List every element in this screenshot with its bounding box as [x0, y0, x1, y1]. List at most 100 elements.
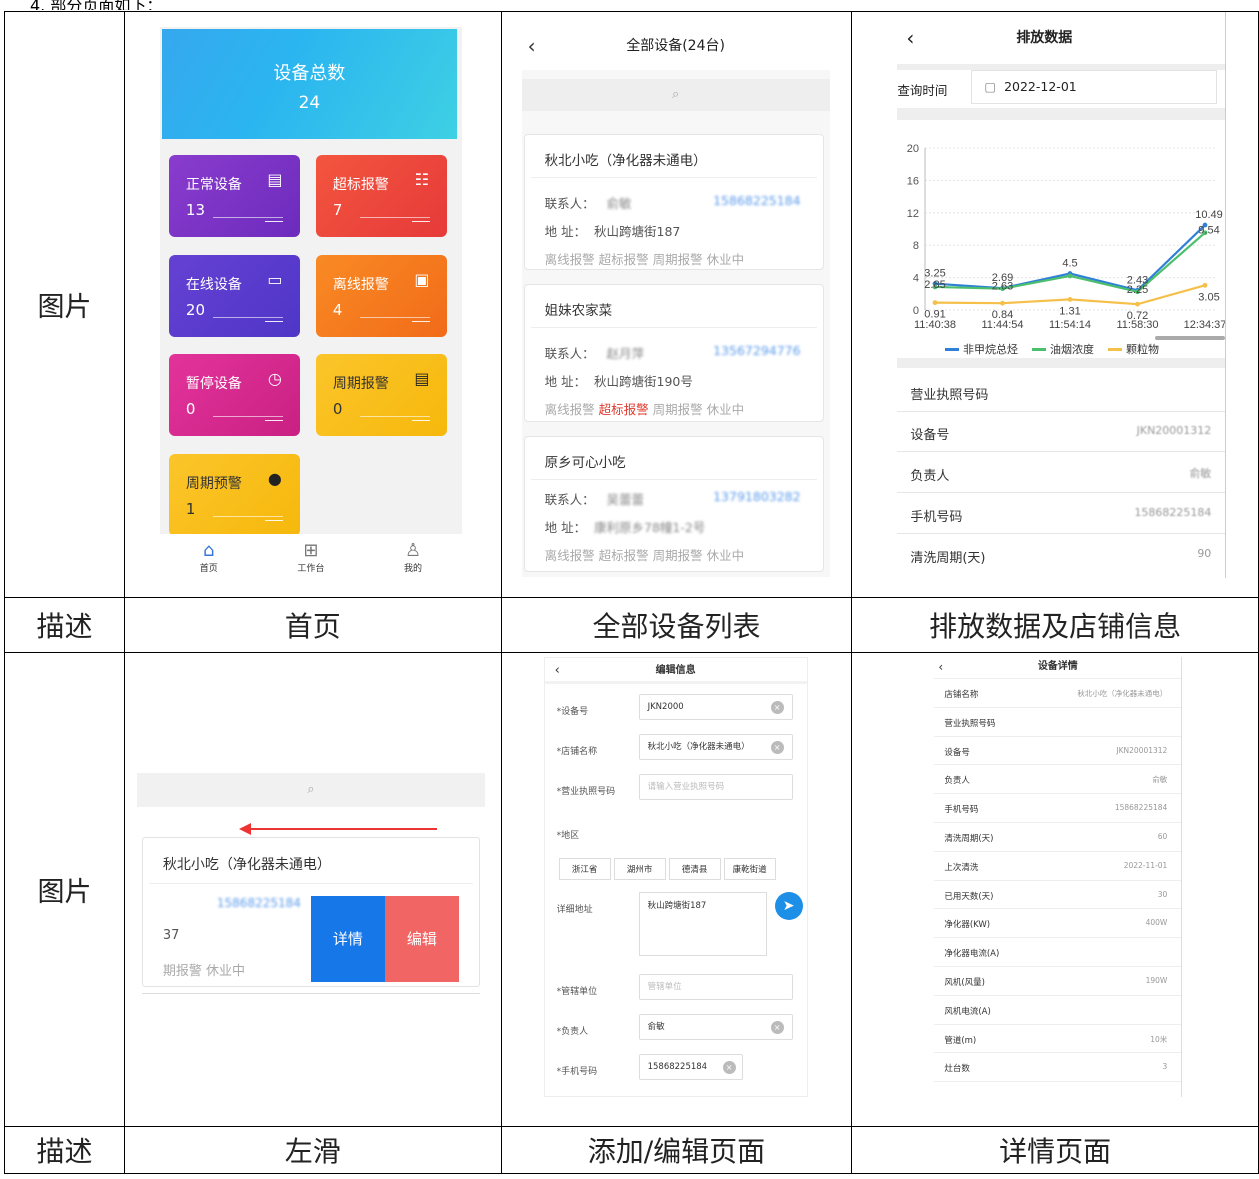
tile-periodic-warning[interactable]: 周期预警 1 ●: [168, 454, 300, 536]
calendar-icon: ▢: [984, 79, 997, 94]
search-input[interactable]: ⌕: [521, 79, 830, 111]
tab-workbench[interactable]: ⊞ 工作台: [297, 540, 324, 574]
back-arrow-icon[interactable]: ‹: [906, 13, 914, 65]
region-province[interactable]: 浙江省: [558, 858, 611, 880]
region-county[interactable]: 德清县: [668, 858, 721, 880]
info-key: 营业执照号码: [910, 388, 989, 403]
detail-row: 风机(风量) 190W: [934, 967, 1182, 996]
contact-phone[interactable]: 15868225184: [713, 193, 800, 208]
tag-periodic: 周期报警: [652, 252, 703, 267]
emission-screen: ‹ 排放数据 查询时间 ▢ 2022-12-01 0 4 8 12 16 20 11:40:…: [862, 12, 1227, 578]
clear-icon[interactable]: ×: [770, 1021, 784, 1034]
tile-online-devices[interactable]: 在线设备 20 ▭: [168, 255, 300, 337]
contact-phone[interactable]: 13567294776: [713, 343, 800, 358]
tile-label: 在线设备: [185, 277, 242, 293]
phone-input[interactable]: 15868225184 ×: [638, 1054, 743, 1080]
tag-row: 离线报警 超标报警 周期报警 休业中: [545, 399, 745, 418]
address-textarea[interactable]: 秋山跨塘街187: [638, 892, 767, 956]
license-input[interactable]: 请输入营业执照号码: [638, 774, 793, 800]
detail-row: 管道(m) 10米: [934, 1025, 1182, 1054]
region-city[interactable]: 湖州市: [613, 858, 666, 880]
card-divider: [530, 177, 817, 178]
edit-screen: ‹ 编辑信息 *设备号 JKN2000 × *店铺名称 秋北小吃（净化器未通电） × …: [543, 657, 808, 1097]
tag-row: 离线报警 超标报警 周期报警 休业中: [545, 545, 745, 564]
clear-icon[interactable]: ×: [722, 1061, 736, 1074]
detail-row: 负责人 俞敏: [934, 765, 1182, 795]
detail-row: 设备号 JKN20001312: [934, 737, 1182, 766]
device-no-input[interactable]: JKN2000 ×: [638, 694, 793, 720]
data-label: 2.85: [925, 279, 946, 291]
contact-phone[interactable]: 13791803282: [713, 489, 800, 504]
x-tick-label: 12:34:37: [1184, 319, 1225, 331]
info-row-owner: 负责人 俞敏: [897, 453, 1226, 493]
clock-icon: ◷: [267, 369, 282, 388]
detail-key: 净化器电流(A): [944, 949, 1000, 960]
swipe-arrow-line: [246, 828, 437, 830]
address-value: 秋山跨塘街187: [594, 224, 681, 239]
device-list-screen: ‹ 全部设备(24台) ⌕ 秋北小吃（净化器未通电） 联系人： 俞敏 15868…: [521, 22, 830, 577]
bottom-tab-bar: ⌂ 首页 ⊞ 工作台 ♙ 我的: [159, 534, 462, 580]
y-tick-label: 12: [907, 208, 919, 220]
search-icon: ⌕: [307, 782, 315, 797]
info-value: 15868225184: [1134, 506, 1212, 519]
tile-offline-alarm[interactable]: 离线报警 4 ▣: [315, 255, 447, 337]
nav-bar: ‹ 排放数据: [862, 13, 1226, 65]
detail-row: 店铺名称 秋北小吃（净化器未通电）: [934, 679, 1182, 708]
unit-input[interactable]: 管辖单位: [638, 974, 793, 1000]
page-title: 编辑信息: [655, 665, 696, 676]
back-arrow-icon[interactable]: ‹: [938, 657, 943, 677]
tile-divider-short: [411, 420, 430, 421]
row-label-desc-1: 描述: [4, 597, 125, 653]
detail-key: 手机号码: [944, 805, 979, 816]
device-card[interactable]: 姐妹农家菜 联系人： 赵月萍 13567294776 地 址： 秋山跨塘街190…: [523, 284, 824, 422]
field-label: *营业执照号码: [556, 787, 616, 797]
detail-key: 风机电流(A): [944, 1006, 991, 1017]
desc-edit: 添加/编辑页面: [500, 1126, 853, 1174]
clear-icon[interactable]: ×: [770, 741, 784, 754]
location-arrow-icon[interactable]: ➤: [774, 892, 803, 920]
row-label-image-2: 图片: [4, 652, 125, 1127]
back-arrow-icon[interactable]: ‹: [528, 22, 536, 70]
address-row: 地 址： 秋山跨塘街190号: [545, 371, 693, 390]
user-icon: ♙: [404, 539, 422, 561]
swiped-device-card[interactable]: 秋北小吃（净化器未通电） 15868225184 37 期报警 休业中 详情 编…: [141, 837, 480, 987]
tile-label: 正常设备: [185, 177, 242, 193]
store-name-input[interactable]: 秋北小吃（净化器未通电） ×: [638, 734, 793, 760]
detail-row: 营业执照号码: [934, 708, 1182, 737]
tab-me[interactable]: ♙ 我的: [404, 539, 422, 574]
data-label: 2.63: [992, 281, 1013, 293]
search-input[interactable]: ⌕: [136, 773, 485, 807]
back-arrow-icon[interactable]: ‹: [555, 658, 560, 684]
date-picker[interactable]: ▢ 2022-12-01: [971, 70, 1218, 104]
data-point: [1202, 282, 1208, 288]
device-card[interactable]: 原乡可心小吃 联系人： 吴蕾蕾 13791803282 地 址： 康利原乡78幢…: [523, 436, 824, 572]
detail-value: 190W: [1145, 975, 1168, 985]
clear-icon[interactable]: ×: [770, 701, 784, 714]
device-card[interactable]: 秋北小吃（净化器未通电） 联系人： 俞敏 15868225184 地 址： 秋山…: [523, 134, 824, 270]
tile-normal-devices[interactable]: 正常设备 13 ▤: [168, 155, 300, 237]
owner-input[interactable]: 俞敏 ×: [638, 1014, 793, 1040]
tile-over-limit-alarm[interactable]: 超标报警 7 ☷: [315, 155, 447, 237]
store-name: 姐妹农家菜: [544, 303, 613, 319]
section-divider: [897, 108, 1226, 120]
tile-periodic-alarm[interactable]: 周期报警 0 ▤: [315, 354, 447, 436]
detail-value: 2022-11-01: [1123, 860, 1168, 870]
tile-paused-devices[interactable]: 暂停设备 0 ◷: [168, 354, 300, 436]
data-label: 3.25: [925, 268, 946, 280]
data-label: 1.31: [1060, 305, 1081, 317]
cell-edit: ‹ 编辑信息 *设备号 JKN2000 × *店铺名称 秋北小吃（净化器未通电） × …: [500, 652, 853, 1127]
tile-divider-short: [264, 420, 283, 421]
cell-detail: ‹ 设备详情 店铺名称 秋北小吃（净化器未通电） 营业执照号码 设备号 JKN200013…: [851, 652, 1259, 1127]
detail-row: 灶台数 3: [934, 1053, 1182, 1083]
detail-key: 店铺名称: [944, 690, 979, 700]
address-row: 地 址： 康利原乡78幢1-2号: [545, 517, 706, 536]
edit-button[interactable]: 编辑: [384, 896, 459, 982]
row-label-image-1: 图片: [4, 11, 125, 598]
field-label: *店铺名称: [556, 747, 598, 757]
info-row-license: 营业执照号码: [897, 372, 1226, 412]
region-street[interactable]: 康乾街道: [723, 858, 776, 880]
region-picker[interactable]: 浙江省 湖州市 德清县 康乾街道: [558, 858, 776, 880]
tab-home[interactable]: ⌂ 首页: [200, 540, 218, 574]
detail-button[interactable]: 详情: [310, 896, 385, 982]
contact-row: 联系人： 赵月萍: [545, 343, 644, 362]
